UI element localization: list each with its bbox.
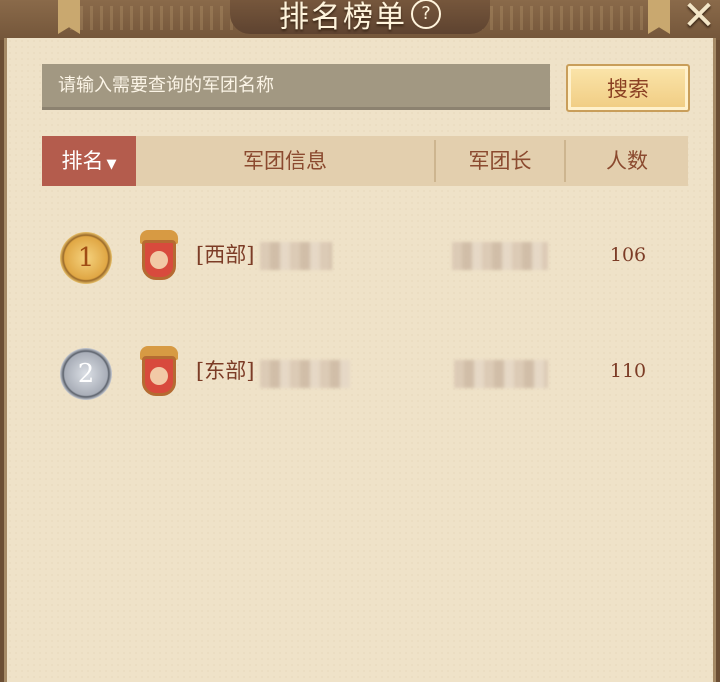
table-row[interactable]: 2 [东部] 110 <box>42 346 688 428</box>
legion-name: [西部] <box>196 243 255 267</box>
silver-medal-icon: 2 <box>60 348 112 400</box>
sort-down-icon: ▼ <box>106 157 117 172</box>
search-input[interactable] <box>56 74 540 97</box>
redacted-leader-name <box>454 360 548 388</box>
table-header: 排名 ▼ 军团信息 军团长 人数 <box>42 136 688 186</box>
legion-emblem-icon <box>136 230 182 284</box>
member-count: 106 <box>609 244 647 266</box>
redacted-legion-name <box>260 242 332 270</box>
legion-emblem-icon <box>136 346 182 400</box>
leader-header: 军团长 <box>468 149 532 173</box>
table-row[interactable]: 1 [西部] 106 <box>42 230 688 312</box>
redacted-legion-name <box>260 360 350 388</box>
info-header: 军团信息 <box>243 149 327 173</box>
members-header: 人数 <box>606 149 648 173</box>
redacted-leader-name <box>452 242 548 270</box>
member-count: 110 <box>609 360 647 382</box>
legion-name: [东部] <box>196 359 255 383</box>
page-title: 排名榜单 <box>279 0 407 35</box>
search-box[interactable] <box>42 64 550 110</box>
close-icon[interactable]: ✕ <box>676 0 720 40</box>
rank-sort-header[interactable]: 排名 ▼ <box>42 136 136 186</box>
gold-medal-icon: 1 <box>60 232 112 284</box>
help-icon[interactable]: ? <box>411 0 441 29</box>
rank-header-label: 排名 <box>61 149 104 173</box>
search-button[interactable]: 搜索 <box>566 64 690 112</box>
title-plate: 排名榜单 ? <box>230 0 490 35</box>
